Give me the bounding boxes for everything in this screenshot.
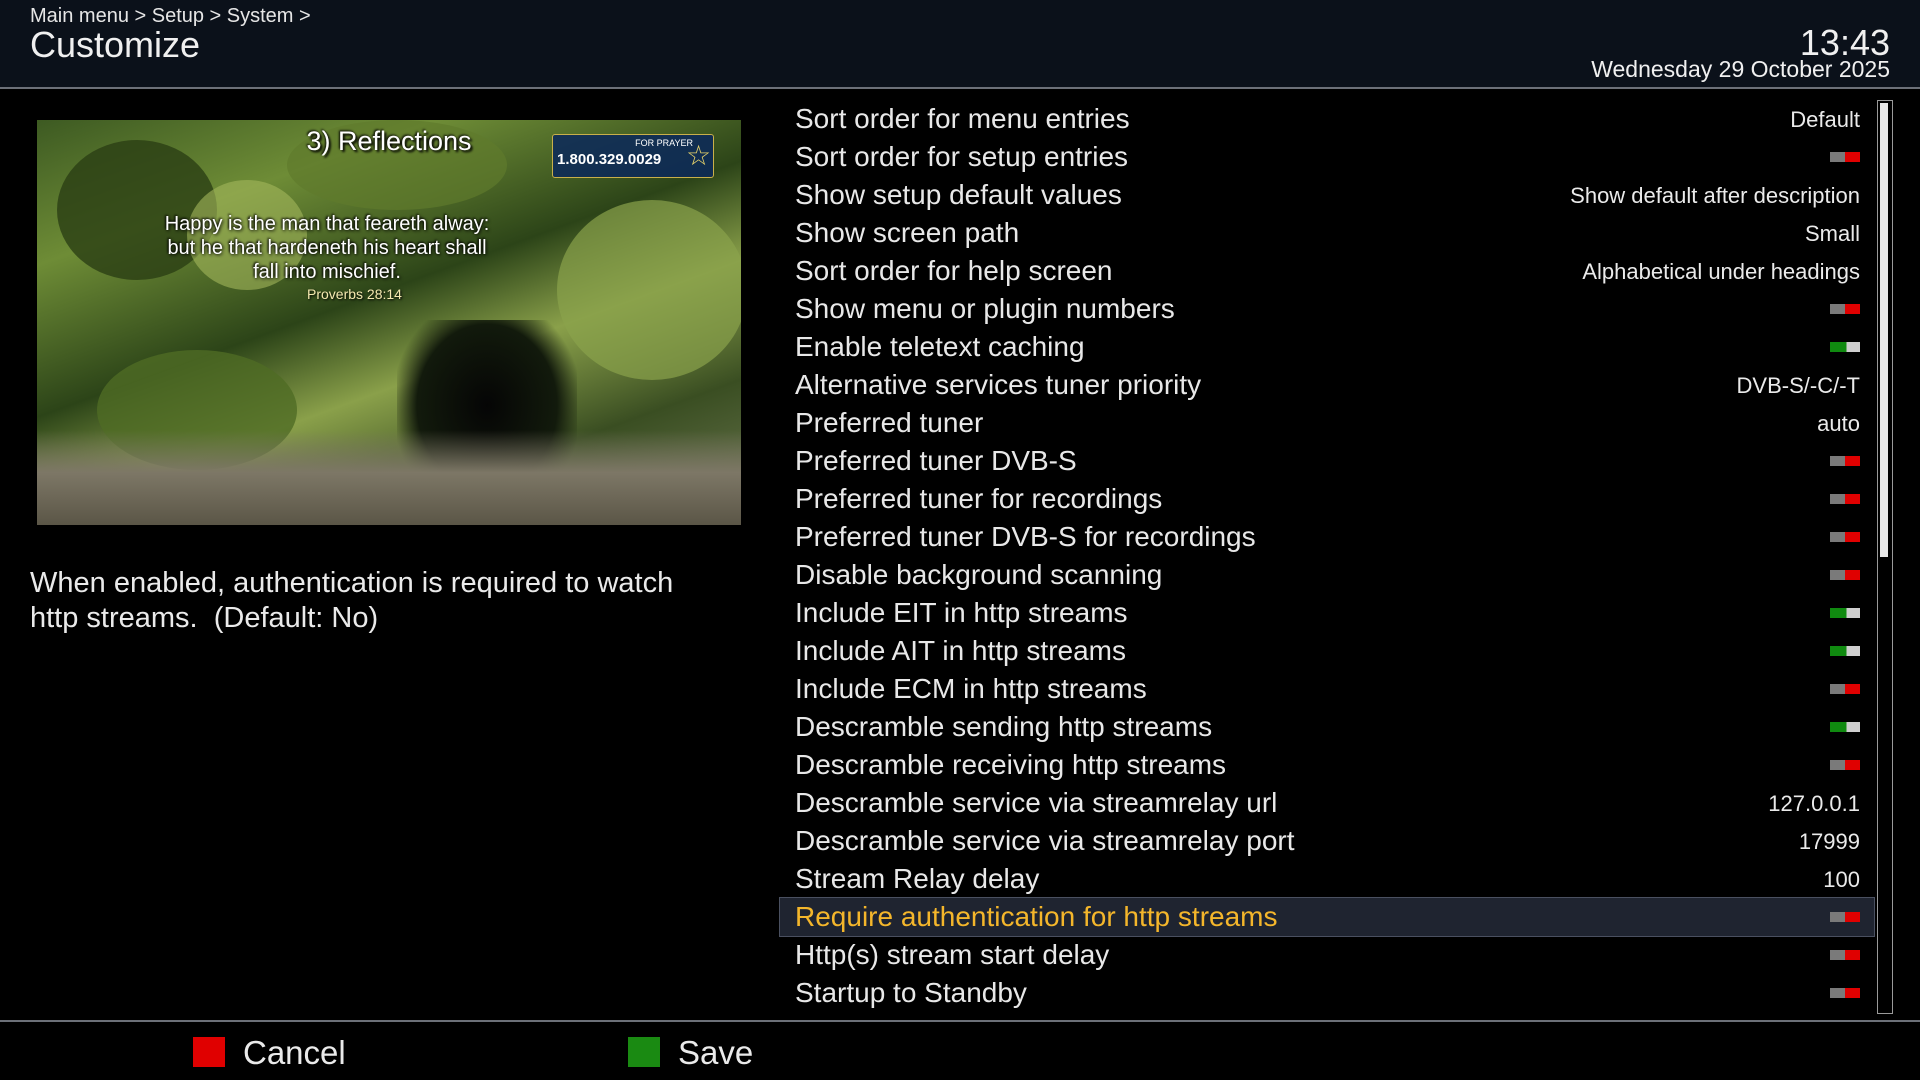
header-bar: Main menu > Setup > System > Customize 1…: [0, 0, 1920, 87]
setting-value[interactable]: auto: [1817, 411, 1860, 437]
setting-row[interactable]: Descramble sending http streams: [780, 708, 1874, 746]
toggle-off-icon[interactable]: [1830, 494, 1860, 504]
setting-label: Sort order for setup entries: [795, 141, 1129, 172]
toggle-off-icon[interactable]: [1830, 532, 1860, 542]
setting-row[interactable]: Descramble service via streamrelay port 1…: [780, 822, 1874, 860]
toggle-off-icon[interactable]: [1830, 456, 1860, 466]
setting-label: Include ECM in http streams: [795, 673, 1147, 704]
date: Wednesday 29 October 2025: [1591, 56, 1890, 82]
setting-value[interactable]: 100: [1823, 867, 1860, 893]
setting-row[interactable]: Show setup default values Show default af…: [780, 176, 1874, 214]
setting-label: Show setup default values: [795, 179, 1122, 210]
setting-label: Sort order for menu entries: [795, 103, 1130, 134]
footer-bar: Cancel Save: [0, 1022, 1920, 1080]
setting-value[interactable]: DVB-S/-C/-T: [1737, 373, 1860, 399]
setting-row[interactable]: Http(s) stream start delay: [780, 936, 1874, 974]
setting-row[interactable]: Preferred tuner for recordings: [780, 480, 1874, 518]
setting-label: Http(s) stream start delay: [795, 939, 1110, 970]
setting-row[interactable]: Preferred tuner auto: [780, 404, 1874, 442]
setting-row[interactable]: Startup to Standby: [780, 974, 1874, 1012]
header-divider: [0, 87, 1920, 89]
toggle-off-icon[interactable]: [1830, 988, 1860, 998]
prayer-number: 1.800.329.0029: [557, 151, 662, 168]
toggle-off-icon[interactable]: [1830, 950, 1860, 960]
verse-body: Happy is the man that feareth alway: but…: [164, 213, 490, 283]
setting-value[interactable]: 127.0.0.1: [1768, 791, 1860, 817]
setting-row[interactable]: Sort order for setup entries: [780, 138, 1874, 176]
setting-label: Descramble service via streamrelay port: [795, 825, 1295, 856]
setting-label: Disable background scanning: [795, 559, 1163, 590]
setting-label: Alternative services tuner priority: [795, 369, 1202, 400]
toggle-off-icon[interactable]: [1830, 760, 1860, 770]
setting-row[interactable]: Descramble receiving http streams: [780, 746, 1874, 784]
setting-description: When enabled, authentication is required…: [30, 567, 674, 634]
setting-value[interactable]: Alphabetical under headings: [1582, 259, 1860, 285]
setting-label: Descramble receiving http streams: [795, 749, 1227, 780]
tv-preview: 3) Reflections FOR PRAYER 1.800.329.0029…: [37, 120, 741, 525]
foliage: [557, 200, 741, 380]
setting-row[interactable]: Include ECM in http streams: [780, 670, 1874, 708]
prayer-logo: FOR PRAYER 1.800.329.0029 ☆: [552, 134, 714, 178]
setting-row[interactable]: Show screen path Small: [780, 214, 1874, 252]
green-key-icon: [628, 1037, 660, 1067]
toggle-off-icon[interactable]: [1830, 912, 1860, 922]
prayer-label: FOR PRAYER: [635, 138, 693, 148]
setting-row[interactable]: Alternative services tuner priority DVB-S…: [780, 366, 1874, 404]
setting-label: Show screen path: [795, 217, 1020, 248]
setting-row[interactable]: Enable teletext caching: [780, 328, 1874, 366]
toggle-off-icon[interactable]: [1830, 152, 1860, 162]
toggle-off-icon[interactable]: [1830, 570, 1860, 580]
star-icon: ☆: [686, 140, 712, 171]
setting-value[interactable]: Show default after description: [1570, 183, 1860, 209]
setting-label: Preferred tuner: [795, 407, 984, 438]
setting-row[interactable]: Disable background scanning: [780, 556, 1874, 594]
setting-row[interactable]: Require authentication for http streams: [779, 897, 1875, 937]
rocks-image: [37, 430, 741, 525]
setting-label: Preferred tuner for recordings: [795, 483, 1163, 514]
setting-label: Enable teletext caching: [795, 331, 1085, 362]
toggle-on-icon[interactable]: [1830, 722, 1860, 732]
setting-label: Descramble service via streamrelay url: [795, 787, 1278, 818]
toggle-on-icon[interactable]: [1830, 646, 1860, 656]
setting-label: Preferred tuner DVB-S: [795, 445, 1077, 476]
setting-label: Descramble sending http streams: [795, 711, 1213, 742]
toggle-off-icon[interactable]: [1830, 304, 1860, 314]
setting-label: Sort order for help screen: [795, 255, 1113, 286]
setting-row[interactable]: Preferred tuner DVB-S: [780, 442, 1874, 480]
setting-label: Startup to Standby: [795, 977, 1027, 1008]
setting-value[interactable]: Default: [1790, 107, 1860, 133]
toggle-on-icon[interactable]: [1830, 342, 1860, 352]
setting-label: Include EIT in http streams: [795, 597, 1128, 628]
setting-row[interactable]: Sort order for help screen Alphabetical u…: [780, 252, 1874, 290]
save-label: Save: [678, 1034, 754, 1071]
setting-row[interactable]: Include EIT in http streams: [780, 594, 1874, 632]
setting-label: Stream Relay delay: [795, 863, 1040, 894]
setting-row[interactable]: Sort order for menu entries Default: [780, 100, 1874, 138]
red-key-icon: [193, 1037, 225, 1067]
settings-list: Sort order for menu entries Default Sort o…: [779, 100, 1875, 1012]
toggle-on-icon[interactable]: [1830, 608, 1860, 618]
setting-row[interactable]: Show menu or plugin numbers: [780, 290, 1874, 328]
setting-row[interactable]: Descramble service via streamrelay url 12…: [780, 784, 1874, 822]
scrollbar-thumb[interactable]: [1880, 103, 1888, 557]
setting-value[interactable]: 17999: [1799, 829, 1860, 855]
setting-label: Include AIT in http streams: [795, 635, 1126, 666]
toggle-off-icon[interactable]: [1830, 684, 1860, 694]
setting-row[interactable]: Include AIT in http streams: [780, 632, 1874, 670]
verse-reference: Proverbs 28:14: [307, 286, 402, 302]
setting-label: Preferred tuner DVB-S for recordings: [795, 521, 1256, 552]
page-title: Customize: [30, 24, 201, 65]
setting-label: Show menu or plugin numbers: [795, 293, 1175, 324]
setting-row[interactable]: Stream Relay delay 100: [780, 860, 1874, 898]
scrollbar[interactable]: [1877, 100, 1893, 1014]
setting-row[interactable]: Preferred tuner DVB-S for recordings: [780, 518, 1874, 556]
verse-text: Happy is the man that feareth alway: but…: [107, 212, 547, 284]
setting-value[interactable]: Small: [1805, 221, 1860, 247]
cancel-label: Cancel: [243, 1034, 346, 1071]
setting-label: Require authentication for http streams: [795, 901, 1278, 932]
